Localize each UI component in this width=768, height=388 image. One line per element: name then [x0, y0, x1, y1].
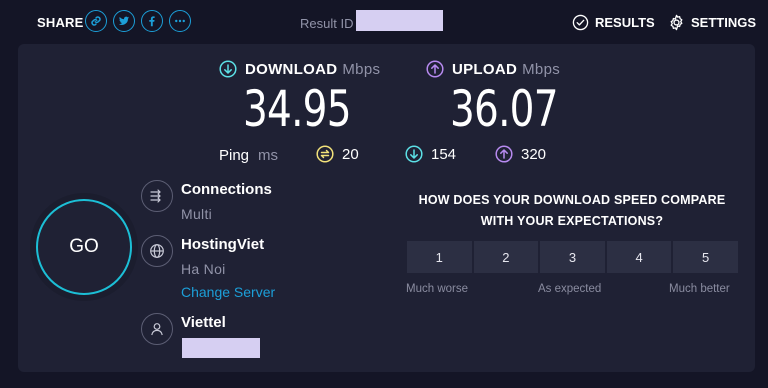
facebook-icon[interactable] — [141, 10, 163, 32]
link-icon[interactable] — [85, 10, 107, 32]
result-id-value[interactable] — [356, 10, 443, 31]
ping-upload: 320 — [495, 145, 546, 163]
upload-arrow-icon — [426, 60, 444, 78]
more-icon[interactable] — [169, 10, 191, 32]
result-id-label: Result ID — [300, 16, 354, 31]
ping-label: Ping — [219, 147, 250, 164]
upload-unit: Mbps — [522, 60, 561, 78]
ping-download-value: 154 — [431, 145, 457, 163]
ping-idle-icon — [316, 145, 334, 163]
connections-title: Connections — [181, 181, 272, 198]
rating-option-2[interactable]: 2 — [472, 240, 540, 274]
go-label: GO — [69, 236, 99, 257]
download-unit: Mbps — [342, 60, 381, 78]
go-button[interactable]: GO — [36, 199, 132, 295]
rating-option-4[interactable]: 4 — [605, 240, 673, 274]
download-header: DOWNLOAD Mbps — [219, 60, 380, 78]
results-label: RESULTS — [595, 15, 655, 30]
upload-header: UPLOAD Mbps — [426, 60, 560, 78]
survey-question: HOW DOES YOUR DOWNLOAD SPEED COMPARE WIT… — [418, 193, 726, 228]
rating-high-label: Much better — [669, 283, 730, 295]
results-button[interactable]: RESULTS — [572, 14, 655, 31]
connections-value: Multi — [181, 206, 213, 222]
settings-button[interactable]: SETTINGS — [668, 14, 756, 31]
share-label: SHARE — [37, 15, 84, 30]
ping-download-icon — [405, 145, 423, 163]
ping-idle: 20 — [316, 145, 359, 163]
rating-mid-label: As expected — [538, 283, 602, 295]
ping-upload-value: 320 — [521, 145, 547, 163]
top-bar: SHARE Result ID RESULTS SETTINGS — [0, 0, 768, 44]
change-server-link[interactable]: Change Server — [181, 284, 275, 300]
server-location: Ha Noi — [181, 261, 226, 277]
user-icon — [141, 313, 173, 345]
isp-title: Viettel — [181, 314, 226, 331]
rating-scale: 1 2 3 4 5 — [406, 240, 739, 274]
ip-address — [182, 338, 260, 358]
globe-icon — [141, 235, 173, 267]
settings-label: SETTINGS — [691, 15, 757, 30]
rating-low-label: Much worse — [406, 283, 468, 295]
server-title: HostingViet — [181, 236, 265, 253]
download-arrow-icon — [219, 60, 237, 78]
connections-icon — [141, 180, 173, 212]
download-value: 34.95 — [243, 80, 352, 138]
upload-value: 36.07 — [450, 80, 559, 138]
upload-label: UPLOAD — [452, 60, 518, 78]
ping-download: 154 — [405, 145, 456, 163]
ping-idle-value: 20 — [342, 145, 359, 163]
rating-option-3[interactable]: 3 — [539, 240, 606, 274]
download-label: DOWNLOAD — [245, 60, 338, 78]
rating-option-1[interactable]: 1 — [406, 240, 473, 274]
twitter-icon[interactable] — [113, 10, 135, 32]
ping-unit: ms — [258, 147, 278, 164]
rating-option-5[interactable]: 5 — [672, 240, 739, 274]
ping-upload-icon — [495, 145, 513, 163]
